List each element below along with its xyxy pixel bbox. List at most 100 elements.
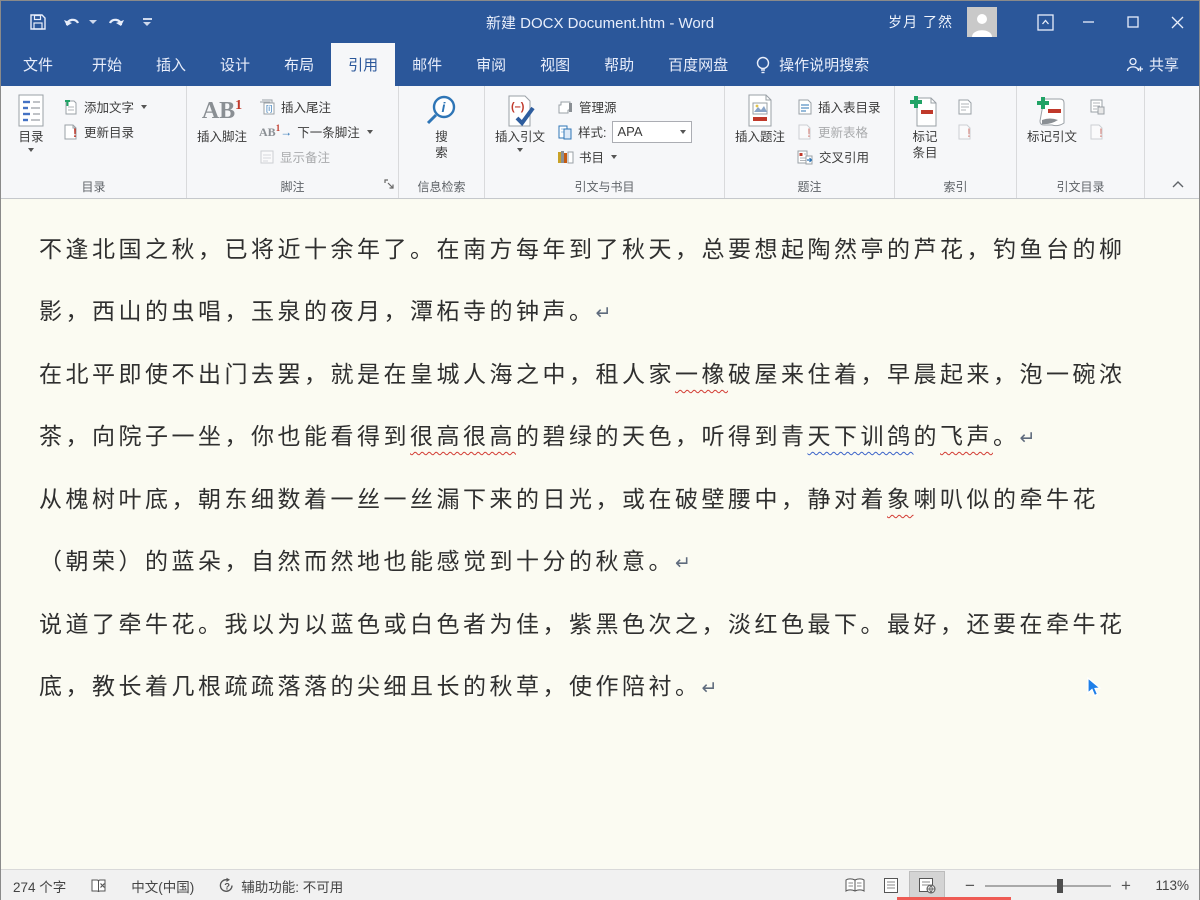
- bibliography-button[interactable]: 书目: [551, 144, 697, 169]
- search-button[interactable]: i 搜 索: [416, 90, 468, 161]
- citation-style-dropdown[interactable]: APA: [611, 120, 692, 143]
- next-footnote-button[interactable]: AB1→ 下一条脚注: [253, 119, 379, 144]
- insert-footnote-button[interactable]: AB1 插入脚注: [191, 90, 253, 145]
- manage-sources-icon: [558, 101, 573, 113]
- web-layout-button[interactable]: [909, 870, 945, 900]
- zoom-in-button[interactable]: +: [1115, 876, 1137, 896]
- tab-help[interactable]: 帮助: [587, 43, 651, 86]
- ribbon-display-options-button[interactable]: [1023, 1, 1067, 43]
- share-button[interactable]: 共享: [1125, 43, 1199, 86]
- undo-button[interactable]: [57, 7, 87, 37]
- update-toc-button[interactable]: ! 更新目录: [57, 119, 153, 144]
- save-button[interactable]: [23, 7, 53, 37]
- group-label-research: 信息检索: [417, 180, 466, 194]
- tab-review[interactable]: 审阅: [459, 43, 523, 86]
- paragraph[interactable]: 在北平即使不出门去罢，就是在皇城人海之中，租人家一橡破屋来住着，早晨起来，泡一碗…: [39, 344, 1141, 469]
- customize-qat-chevron: [142, 22, 151, 26]
- tab-home[interactable]: 开始: [75, 43, 139, 86]
- bibliography-chevron: [611, 155, 618, 159]
- style-icon: [558, 125, 572, 139]
- zoom-percentage[interactable]: 113%: [1137, 878, 1189, 893]
- minimize-button[interactable]: [1067, 1, 1111, 43]
- proofing-error-icon: [91, 879, 106, 892]
- share-person-icon: [1126, 57, 1143, 71]
- maximize-button[interactable]: [1111, 1, 1155, 43]
- mark-entry-button[interactable]: 标记 条目: [899, 90, 951, 161]
- undo-dropdown-chevron[interactable]: [89, 20, 97, 24]
- maximize-icon: [1127, 16, 1139, 28]
- insert-table-of-figures-button[interactable]: 插入表目录: [791, 94, 887, 119]
- tab-insert[interactable]: 插入: [139, 43, 203, 86]
- ribbon: 目录 添加文字 ! 更新目录 目录 AB1 插入脚注 [i] 插入尾注 AB1→…: [1, 86, 1199, 199]
- zoom-slider-thumb[interactable]: [1056, 878, 1063, 893]
- insert-index-button[interactable]: [951, 94, 979, 119]
- word-count[interactable]: 274 个字: [1, 876, 78, 896]
- tab-baidu-netdisk[interactable]: 百度网盘: [651, 43, 745, 86]
- group-citations-bibliography: (–) 插入引文 管理源 样式: APA 书目 引文与书目: [485, 86, 725, 198]
- paragraph[interactable]: 从槐树叶底，朝东细数着一丝一丝漏下来的日光，或在破壁腰中，静对着象喇叭似的牵牛花…: [39, 469, 1141, 594]
- print-layout-button[interactable]: [873, 871, 909, 900]
- insert-footnote-label: 插入脚注: [197, 130, 248, 144]
- group-label-captions: 题注: [797, 180, 822, 194]
- read-mode-icon: [845, 878, 865, 892]
- group-label-footnotes: 脚注: [280, 180, 305, 194]
- collapse-ribbon-button[interactable]: [1171, 176, 1185, 194]
- document-text: 不逢北国之秋，已将近十余年了。在南方每年到了秋天，总要想起陶然亭的芦花，钓鱼台的…: [1, 200, 1199, 719]
- show-notes-button: 显示备注: [253, 144, 379, 169]
- language-label: 中文(中国): [131, 879, 195, 895]
- insert-caption-button[interactable]: 插入题注: [729, 90, 791, 145]
- tab-layout[interactable]: 布局: [267, 43, 331, 86]
- insert-citation-label: 插入引文: [495, 130, 546, 144]
- tab-design[interactable]: 设计: [203, 43, 267, 86]
- user-name[interactable]: 岁月 了然: [888, 12, 953, 32]
- paragraph-mark: ↵: [675, 552, 691, 574]
- spellcheck-red-squiggle: 象: [887, 487, 914, 513]
- mark-entry-label-line1: 标记: [912, 130, 938, 144]
- zoom-control: − + 113%: [959, 876, 1189, 896]
- footnotes-dialog-launcher[interactable]: [384, 177, 395, 195]
- insert-endnote-button[interactable]: [i] 插入尾注: [253, 94, 379, 119]
- redo-button[interactable]: [101, 7, 131, 37]
- manage-sources-button[interactable]: 管理源: [551, 94, 697, 119]
- toc-button[interactable]: 目录: [5, 90, 57, 152]
- add-text-button[interactable]: 添加文字: [57, 94, 153, 119]
- user-avatar[interactable]: [967, 7, 997, 37]
- cross-reference-button[interactable]: 交叉引用: [791, 144, 887, 169]
- spellcheck-red-squiggle: 一橡: [675, 362, 728, 388]
- paragraph[interactable]: 说道了牵牛花。我以为以蓝色或白色者为佳，紫黑色次之，淡红色最下。最好，还要在牵牛…: [39, 594, 1141, 719]
- word-count-label: 274 个字: [13, 879, 67, 895]
- tab-mailings[interactable]: 邮件: [395, 43, 459, 86]
- next-footnote-label: 下一条脚注: [297, 126, 360, 140]
- paragraph[interactable]: 不逢北国之秋，已将近十余年了。在南方每年到了秋天，总要想起陶然亭的芦花，钓鱼台的…: [39, 219, 1141, 344]
- accessibility-status[interactable]: ? 辅助功能: 不可用: [206, 876, 355, 896]
- insert-table-of-authorities-button[interactable]: [1083, 94, 1112, 119]
- cross-reference-label: 交叉引用: [819, 151, 870, 165]
- close-button[interactable]: [1155, 1, 1199, 43]
- group-table-of-authorities: 标记引文 ! 引文目录: [1017, 86, 1145, 198]
- dialog-launcher-icon: [384, 179, 394, 189]
- mark-citation-button[interactable]: 标记引文: [1021, 90, 1083, 145]
- search-label-line1: 搜: [435, 130, 448, 144]
- proofing-status[interactable]: [78, 878, 119, 894]
- spellcheck-blue-squiggle: 天下训鸽: [807, 424, 914, 450]
- zoom-out-button[interactable]: −: [959, 876, 981, 896]
- svg-text:!: !: [73, 126, 77, 140]
- ab1-icon: AB1: [201, 98, 243, 124]
- customize-qat-button[interactable]: [142, 18, 152, 26]
- tab-references[interactable]: 引用: [331, 43, 396, 86]
- group-index: 标记 条目 ! 索引: [895, 86, 1017, 198]
- insert-citation-button[interactable]: (–) 插入引文: [489, 90, 551, 152]
- tell-me-search[interactable]: 操作说明搜索: [755, 43, 869, 86]
- svg-text:[i]: [i]: [266, 104, 272, 113]
- cross-reference-icon: [797, 150, 813, 164]
- document-canvas[interactable]: 不逢北国之秋，已将近十余年了。在南方每年到了秋天，总要想起陶然亭的芦花，钓鱼台的…: [1, 200, 1199, 869]
- language-status[interactable]: 中文(中国): [119, 876, 206, 896]
- update-table-label: 更新表格: [818, 126, 869, 140]
- update-table-of-authorities-icon: !: [1090, 124, 1103, 140]
- toc-icon: [18, 94, 44, 127]
- style-label: 样式:: [578, 126, 607, 140]
- tab-view[interactable]: 视图: [523, 43, 587, 86]
- read-mode-button[interactable]: [837, 871, 873, 900]
- zoom-slider-track[interactable]: [985, 878, 1111, 893]
- tab-file[interactable]: 文件: [1, 43, 75, 86]
